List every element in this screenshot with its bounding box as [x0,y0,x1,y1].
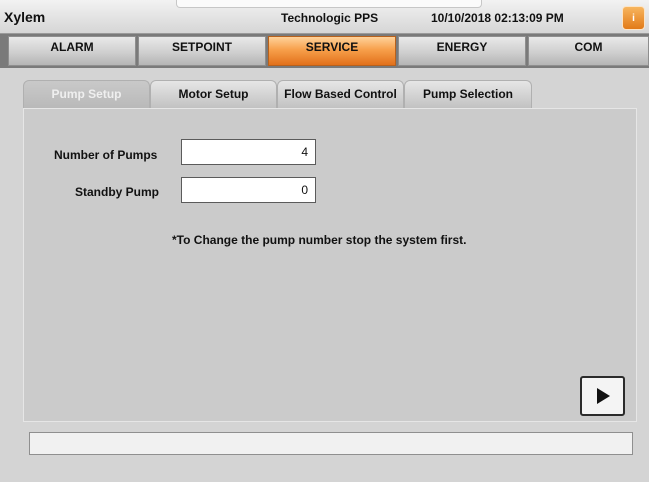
product-name: Technologic PPS [281,11,379,25]
tab-service[interactable]: SERVICE [268,36,396,66]
tab-com[interactable]: COM [528,36,649,66]
tab-alarm[interactable]: ALARM [8,36,136,66]
datetime-display: 10/10/2018 02:13:09 PM [431,11,564,25]
subtab-pump-setup[interactable]: Pump Setup [23,80,150,108]
standby-pump-label: Standby Pump [75,185,160,199]
standby-pump-input[interactable]: 0 [181,177,316,203]
main-nav: ALARM SETPOINT SERVICE ENERGY COM [0,34,649,68]
app-name: Xylem [4,9,46,25]
next-page-button[interactable] [580,376,625,416]
pump-change-notice: *To Change the pump number stop the syst… [172,233,467,247]
title-bar: Xylem Technologic PPS 10/10/2018 02:13:0… [0,0,649,34]
number-of-pumps-label: Number of Pumps [54,148,158,162]
subtab-motor-setup[interactable]: Motor Setup [150,80,277,108]
tab-energy[interactable]: ENERGY [398,36,526,66]
info-button[interactable]: i [622,6,645,30]
status-bar [29,432,633,455]
subtab-pump-selection[interactable]: Pump Selection [404,80,532,108]
play-arrow-icon [596,388,610,404]
title-notch [176,0,482,8]
tab-setpoint[interactable]: SETPOINT [138,36,266,66]
number-of-pumps-input[interactable]: 4 [181,139,316,165]
subtab-flow-based-control[interactable]: Flow Based Control [277,80,404,108]
info-icon: i [632,12,635,24]
